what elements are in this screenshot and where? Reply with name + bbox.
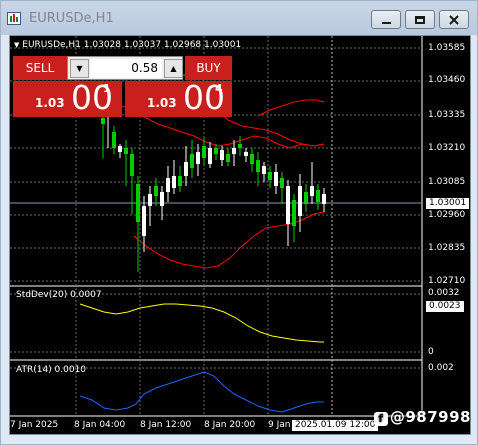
candle-body (112, 132, 116, 148)
minimize-button[interactable] (371, 10, 401, 29)
candle-body (226, 154, 230, 162)
watermark-text: @987998 (389, 408, 471, 426)
candle-body (148, 194, 152, 206)
candle-body (304, 192, 308, 204)
candle-body (160, 192, 164, 206)
time-label: 7 Jan 2025 (10, 420, 59, 430)
price-label: 1.02960 (428, 210, 466, 220)
candle-body (130, 154, 134, 176)
stddev-axis-top: 0.0032 (428, 288, 460, 298)
candle-body (274, 172, 278, 186)
price-label: 1.03210 (428, 143, 466, 153)
candle-body (184, 162, 188, 176)
chart-header: ▼ EURUSDe,H1 1.03028 1.03037 1.02968 1.0… (14, 40, 241, 50)
candle-body (298, 186, 302, 216)
ask-prefix: 1.03 (147, 96, 177, 110)
close-button[interactable] (439, 10, 469, 29)
candle-body (208, 148, 212, 164)
stddev-label: StdDev(20) 0.0007 (16, 290, 102, 300)
ask-quote[interactable]: 1.03 00 4 (125, 78, 232, 117)
bid-pip-digit: 1 (103, 82, 111, 95)
candle-body (256, 160, 260, 172)
candle-body (178, 176, 182, 186)
watermark-icon: f (373, 412, 388, 426)
minimize-icon (381, 21, 391, 24)
candle-body (292, 200, 296, 226)
price-label: 1.02835 (428, 243, 466, 253)
candle-body (220, 150, 224, 160)
close-icon (449, 14, 459, 25)
chart-window: EURUSDe,H1 ▼ EURUSDe,H1 1.03028 1.03037 … (0, 0, 478, 445)
restore-icon (415, 15, 425, 24)
candle-body (196, 152, 200, 164)
atr-axis-top: 0.002 (428, 363, 454, 373)
candle-body (316, 190, 320, 202)
candle-body (232, 148, 236, 154)
candle-body (322, 194, 326, 204)
candle-body (214, 148, 218, 154)
lot-size-stepper[interactable]: ▼ 0.58 ▲ (67, 56, 183, 80)
chart-header-text: EURUSDe,H1 1.03028 1.03037 1.02968 1.030… (22, 40, 242, 50)
candle-body (118, 146, 122, 152)
title-bar[interactable]: EURUSDe,H1 (1, 1, 477, 35)
time-label: 8 Jan 12:00 (140, 420, 192, 430)
candle-body (124, 148, 128, 154)
candle-body (238, 144, 242, 148)
crosshair-time-box: 2025.01.09 12:00 (292, 420, 379, 431)
price-label: 1.03335 (428, 110, 466, 120)
atr-line (79, 371, 324, 413)
chart-symbol-icon: ▼ (14, 41, 20, 49)
candle-body (190, 154, 194, 168)
bid-prefix: 1.03 (35, 96, 65, 110)
candle-body (286, 186, 290, 224)
lot-decrease-button[interactable]: ▼ (70, 59, 89, 78)
time-label: 8 Jan 04:00 (74, 420, 126, 430)
current-price-box: 1.03001 (426, 198, 470, 209)
stddev-current-box: 0.0023 (426, 301, 464, 312)
bid-quote[interactable]: 1.03 00 1 (13, 78, 122, 117)
indicator-panes (79, 303, 324, 413)
candle-body (244, 152, 248, 156)
candle-body (154, 186, 158, 196)
candle-body (136, 184, 140, 222)
candle-body (101, 118, 105, 124)
atr-label: ATR(14) 0.0010 (16, 365, 87, 375)
candle-body (172, 176, 176, 188)
time-label: 9 Jan (268, 420, 291, 430)
window-title: EURUSDe,H1 (29, 11, 114, 26)
lot-size-input[interactable]: 0.58 (90, 59, 162, 78)
chart-app-icon (7, 12, 21, 25)
lot-increase-button[interactable]: ▲ (164, 59, 183, 78)
candle-body (166, 178, 170, 192)
buy-button[interactable]: BUY (185, 56, 232, 80)
ask-pip-digit: 4 (215, 82, 223, 95)
candlesticks (101, 94, 326, 272)
sell-button[interactable]: SELL (13, 56, 67, 80)
candle-body (202, 146, 206, 158)
candle-body (280, 178, 284, 188)
price-label: 1.03460 (428, 75, 466, 85)
time-label: 8 Jan 20:00 (204, 420, 256, 430)
candle-body (268, 172, 272, 180)
candle-body (250, 154, 254, 164)
price-label: 1.03585 (428, 43, 466, 53)
stddev-line (79, 303, 324, 343)
stddev-axis-zero: 0 (428, 347, 434, 357)
candle-body (142, 206, 146, 236)
price-label: 1.02710 (428, 276, 466, 286)
price-label: 1.03085 (428, 177, 466, 187)
candle-body (310, 186, 314, 196)
restore-button[interactable] (405, 10, 435, 29)
watermark: f @987998 (373, 408, 471, 426)
candle-body (262, 166, 266, 174)
